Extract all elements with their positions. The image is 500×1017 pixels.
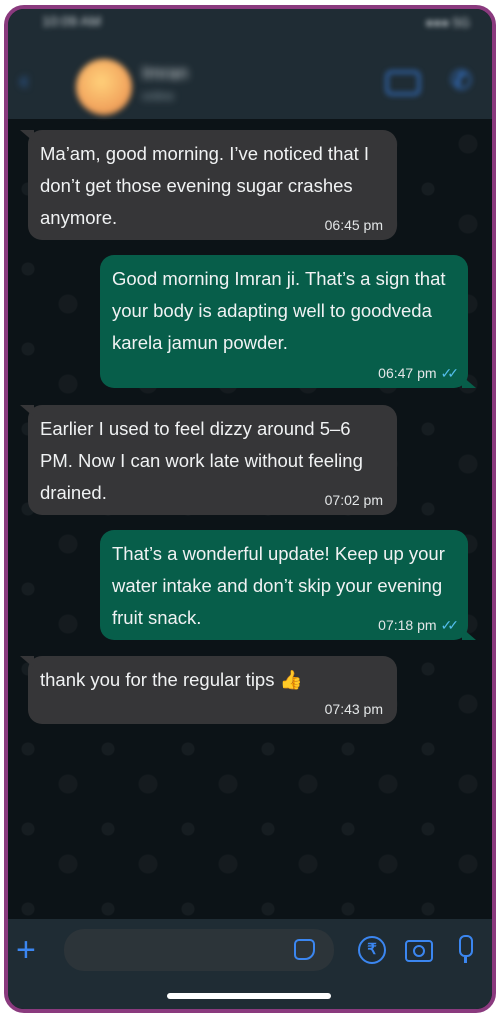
message-bubble-incoming[interactable]: Earlier I used to feel dizzy around 5–6 … — [20, 405, 397, 515]
status-bar: 10:09 AM ●●● 5G — [8, 9, 492, 49]
message-time: 06:45 pm — [325, 216, 383, 234]
message-text: Good morning Imran ji. That’s a sign tha… — [112, 268, 446, 353]
message-time-label: 07:02 pm — [324, 492, 383, 508]
composer-bar: + ₹ — [8, 919, 492, 1009]
avatar[interactable] — [76, 59, 132, 115]
message-time: 07:02 pm — [325, 491, 383, 509]
message-text: thank you for the regular tips 👍 — [40, 669, 303, 690]
message-time: 07:18 pm ✓✓ — [378, 616, 460, 634]
phone-call-icon[interactable]: ✆ — [450, 65, 472, 96]
message-time: 07:43 pm — [325, 700, 383, 718]
camera-icon[interactable] — [405, 940, 433, 962]
message-bubble-incoming[interactable]: Ma’am, good morning. I’ve noticed that I… — [20, 130, 397, 240]
phone-frame: 10:09 AM ●●● 5G ‹ Imran online ✆ Ma’am, … — [4, 5, 496, 1013]
message-bubble-outgoing[interactable]: That’s a wonderful update! Keep up your … — [100, 530, 476, 640]
bubble-tail — [20, 130, 34, 142]
message-time-label: 06:45 pm — [324, 217, 383, 233]
message-bubble-incoming[interactable]: thank you for the regular tips 👍 07:43 p… — [20, 656, 397, 724]
bubble-tail — [462, 628, 476, 640]
double-check-icon: ✓✓ — [440, 365, 460, 381]
contact-name[interactable]: Imran — [142, 63, 188, 84]
message-time: 06:47 pm ✓✓ — [378, 364, 460, 382]
contact-status: online — [142, 89, 175, 103]
message-bubble-outgoing[interactable]: Good morning Imran ji. That’s a sign tha… — [100, 255, 476, 388]
bubble-tail — [462, 376, 476, 388]
bubble-tail — [20, 405, 34, 417]
double-check-icon: ✓✓ — [440, 617, 460, 633]
status-icons: ●●● 5G — [425, 15, 470, 30]
rupee-payment-icon[interactable]: ₹ — [358, 936, 386, 964]
sticker-icon[interactable] — [294, 939, 315, 960]
home-indicator[interactable] — [167, 993, 331, 999]
message-time-label: 07:18 pm — [378, 617, 437, 633]
chat-header: ‹ Imran online ✆ — [8, 49, 492, 119]
message-time-label: 06:47 pm — [378, 365, 437, 381]
microphone-icon[interactable] — [459, 935, 473, 963]
message-time-label: 07:43 pm — [324, 701, 383, 717]
status-time: 10:09 AM — [42, 13, 102, 29]
video-call-icon[interactable] — [386, 71, 420, 95]
back-arrow-icon[interactable]: ‹ — [20, 67, 28, 95]
plus-icon[interactable]: + — [16, 933, 36, 967]
bubble-tail — [20, 656, 34, 668]
